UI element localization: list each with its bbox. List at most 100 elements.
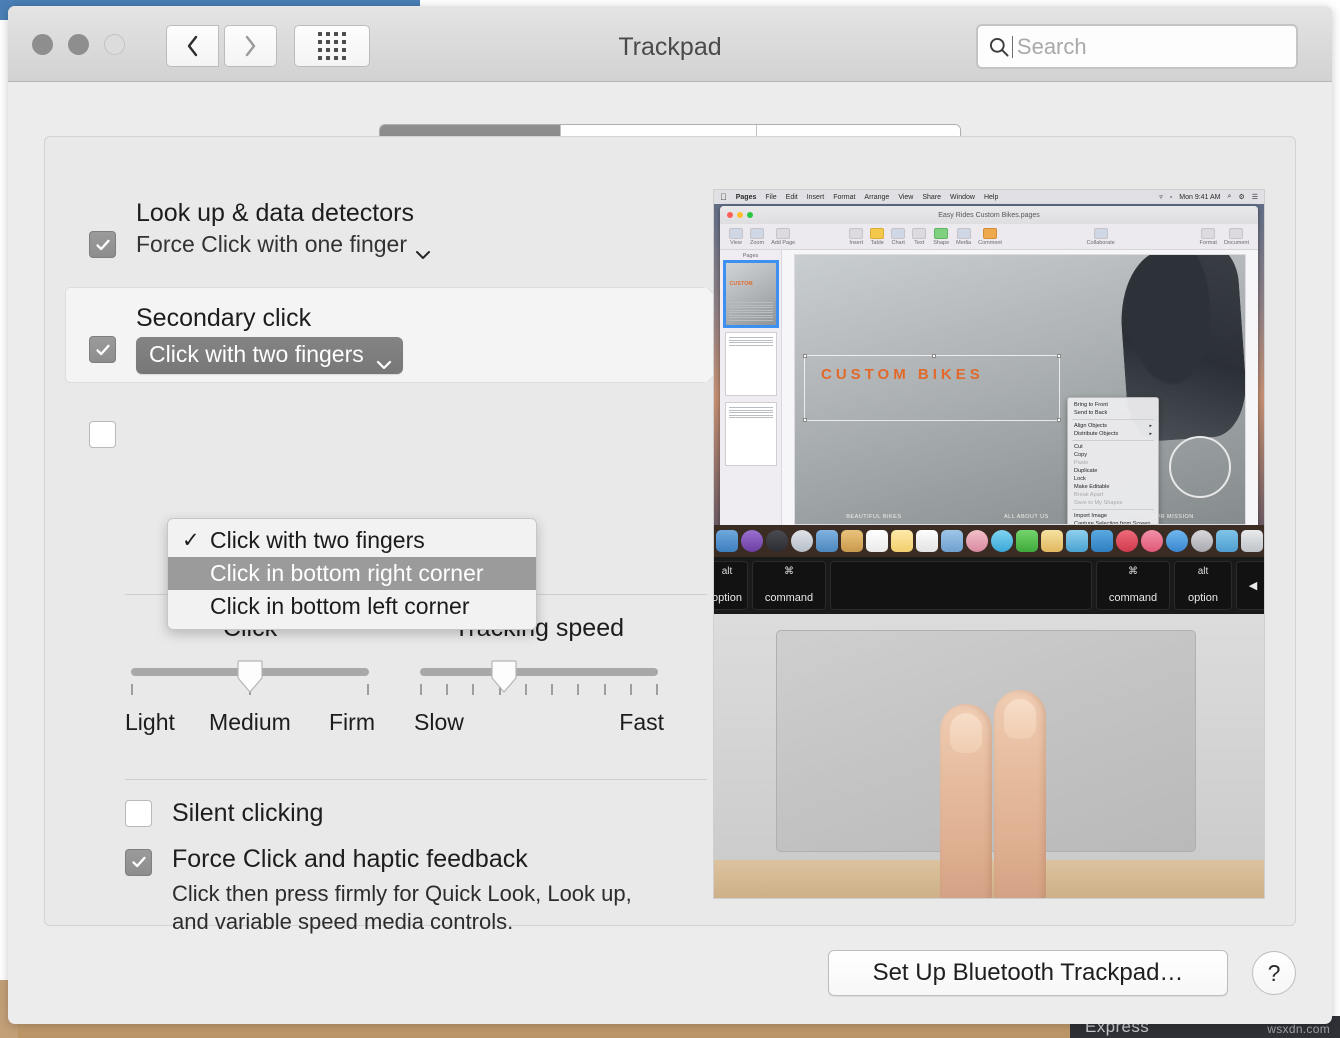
menu-item-click-bottom-left[interactable]: Click in bottom left corner bbox=[168, 590, 536, 623]
finger-left bbox=[940, 704, 992, 899]
document-icon bbox=[1229, 228, 1243, 239]
key-option-right: alt option bbox=[1174, 561, 1232, 610]
contacts-icon bbox=[841, 530, 863, 552]
preview-trackpad-photo bbox=[714, 614, 1264, 898]
thumb-text-lines bbox=[729, 302, 773, 322]
ctx-duplicate: Duplicate bbox=[1068, 467, 1158, 475]
preview-canvas: CUSTOM BIKES BEAUTIFUL BIKES ALL ABOUT U… bbox=[782, 250, 1258, 525]
finger-right bbox=[994, 690, 1046, 899]
preview-document-title: Easy Rides Custom Bikes.pages bbox=[938, 212, 1040, 219]
battery-icon: ▫ bbox=[1170, 194, 1172, 201]
menu-item-click-bottom-right[interactable]: Click in bottom right corner bbox=[168, 557, 536, 590]
preview-page-thumbnails: Pages CUSTOM bbox=[720, 250, 782, 525]
ctx-bring-to-front: Bring to Front bbox=[1068, 401, 1158, 409]
option-label-force-click: Force Click and haptic feedback bbox=[172, 845, 528, 873]
preview-menu-share: Share bbox=[922, 194, 941, 201]
search-text-cursor bbox=[1012, 36, 1013, 58]
gesture-preview-video[interactable]:  Pages File Edit Insert Format Arrange … bbox=[713, 189, 1265, 899]
slider-click-thumb[interactable] bbox=[236, 659, 264, 694]
preview-page: CUSTOM BIKES BEAUTIFUL BIKES ALL ABOUT U… bbox=[794, 254, 1246, 525]
key-arrow-left: ◀ bbox=[1236, 561, 1265, 610]
watermark: wsxdn.com bbox=[1267, 1022, 1330, 1036]
apple-logo-icon:  bbox=[720, 192, 727, 202]
preview-menu-view: View bbox=[898, 194, 913, 201]
key-command-right: ⌘ command bbox=[1096, 561, 1170, 610]
slider-tracking-bar bbox=[420, 668, 658, 676]
slider-click-labels: Light Medium Firm bbox=[125, 709, 375, 736]
preview-page-footer: BEAUTIFUL BIKES ALL ABOUT US OUR MISSION bbox=[795, 514, 1245, 520]
spotlight-icon: ⌕ bbox=[1228, 193, 1232, 201]
key-command-left: ⌘ command bbox=[752, 561, 826, 610]
option-force-click[interactable]: Force Click and haptic feedback Click th… bbox=[125, 845, 725, 937]
help-button[interactable]: ? bbox=[1252, 951, 1296, 995]
ctx-align-objects: Align Objects▸ bbox=[1068, 422, 1158, 430]
menu-item-label: Click with two fingers bbox=[210, 527, 425, 554]
preview-tool-chart: Chart bbox=[891, 228, 905, 246]
secondary-click-dropdown-menu[interactable]: ✓ Click with two fingers Click in bottom… bbox=[167, 518, 537, 630]
option-secondary-click[interactable]: Secondary click Click with two fingers bbox=[89, 304, 403, 374]
option-tap-to-click[interactable] bbox=[89, 421, 116, 448]
option-silent-clicking[interactable]: Silent clicking bbox=[125, 799, 725, 829]
finder-icon bbox=[716, 530, 738, 552]
preview-screen:  Pages File Edit Insert Format Arrange … bbox=[714, 190, 1264, 525]
chevron-down-icon bbox=[376, 349, 392, 359]
messages-icon bbox=[991, 530, 1013, 552]
preview-menu-window: Window bbox=[950, 194, 975, 201]
preview-menubar:  Pages File Edit Insert Format Arrange … bbox=[714, 190, 1264, 204]
secondary-click-popup-button[interactable]: Click with two fingers bbox=[136, 337, 403, 374]
preview-tool-comment: Comment bbox=[978, 228, 1002, 246]
preview-tool-document: Document bbox=[1224, 228, 1249, 246]
preview-tool-label: Collaborate bbox=[1087, 240, 1115, 246]
siri-icon: ☰ bbox=[1252, 193, 1258, 201]
thumb-text-lines bbox=[729, 337, 773, 347]
preview-menu-insert: Insert bbox=[807, 194, 825, 201]
comment-icon bbox=[983, 228, 997, 239]
menu-item-label: Click in bottom left corner bbox=[210, 593, 469, 620]
preview-tool-media: Media bbox=[956, 228, 971, 246]
ctx-paste: Paste bbox=[1068, 459, 1158, 467]
search-input[interactable] bbox=[1017, 34, 1286, 60]
checkbox-silent-clicking[interactable] bbox=[125, 800, 152, 827]
preview-tool-text: Text bbox=[912, 228, 926, 246]
preview-close-dot bbox=[727, 212, 733, 218]
preview-tool-label: Document bbox=[1224, 240, 1249, 246]
checkbox-secondary-click[interactable] bbox=[89, 336, 116, 363]
photos-icon bbox=[966, 530, 988, 552]
ctx-distribute-objects: Distribute Objects▸ bbox=[1068, 430, 1158, 438]
text-icon bbox=[912, 228, 926, 239]
window-footer: Set Up Bluetooth Trackpad… ? bbox=[8, 950, 1332, 998]
checkbox-force-click[interactable] bbox=[125, 849, 152, 876]
checkbox-tap-to-click[interactable] bbox=[89, 421, 116, 448]
slider-tracking-labels: Slow Fast bbox=[414, 709, 664, 736]
option-look-up-and-data-detectors[interactable]: Look up & data detectors Force Click wit… bbox=[89, 199, 431, 258]
slider-tracking-speed: Tracking speed Slow bbox=[414, 614, 664, 736]
secondary-click-popup-value: Click with two fingers bbox=[149, 341, 364, 368]
numbers-icon bbox=[1066, 530, 1088, 552]
preview-tool-label: Shape bbox=[933, 240, 949, 246]
preview-tool-table: Table bbox=[870, 228, 884, 246]
look-up-popup[interactable]: Force Click with one finger bbox=[136, 231, 431, 259]
preview-thumb-page-3 bbox=[725, 402, 777, 466]
preview-menu-format: Format bbox=[833, 194, 855, 201]
slider-tracking-label-slow: Slow bbox=[414, 709, 464, 736]
key-option-left: alt option bbox=[713, 561, 748, 610]
slider-tracking-track[interactable] bbox=[414, 661, 664, 707]
preview-dock bbox=[714, 525, 1264, 557]
safari-icon bbox=[791, 530, 813, 552]
ctx-lock: Lock bbox=[1068, 475, 1158, 483]
ctx-send-to-back: Send to Back bbox=[1068, 409, 1158, 417]
trackpad-preferences-window: Trackpad Point & Click Scroll & Zoom Mor… bbox=[8, 6, 1332, 1024]
set-up-bluetooth-trackpad-button[interactable]: Set Up Bluetooth Trackpad… bbox=[828, 950, 1228, 996]
preview-headline: CUSTOM BIKES bbox=[821, 367, 984, 383]
slider-tracking-thumb[interactable] bbox=[490, 659, 518, 694]
ctx-break-apart: Break Apart bbox=[1068, 491, 1158, 499]
checkbox-look-up[interactable] bbox=[89, 231, 116, 258]
control-center-icon: ⚙ bbox=[1238, 193, 1244, 201]
slider-click-track[interactable] bbox=[125, 661, 375, 707]
search-field[interactable] bbox=[976, 24, 1298, 69]
divider-bottom bbox=[125, 779, 707, 780]
preview-tool-label: Add Page bbox=[771, 240, 795, 246]
ctx-copy: Copy bbox=[1068, 451, 1158, 459]
preview-tool-shape: Shape bbox=[933, 228, 949, 246]
menu-item-click-two-fingers[interactable]: ✓ Click with two fingers bbox=[168, 524, 536, 557]
